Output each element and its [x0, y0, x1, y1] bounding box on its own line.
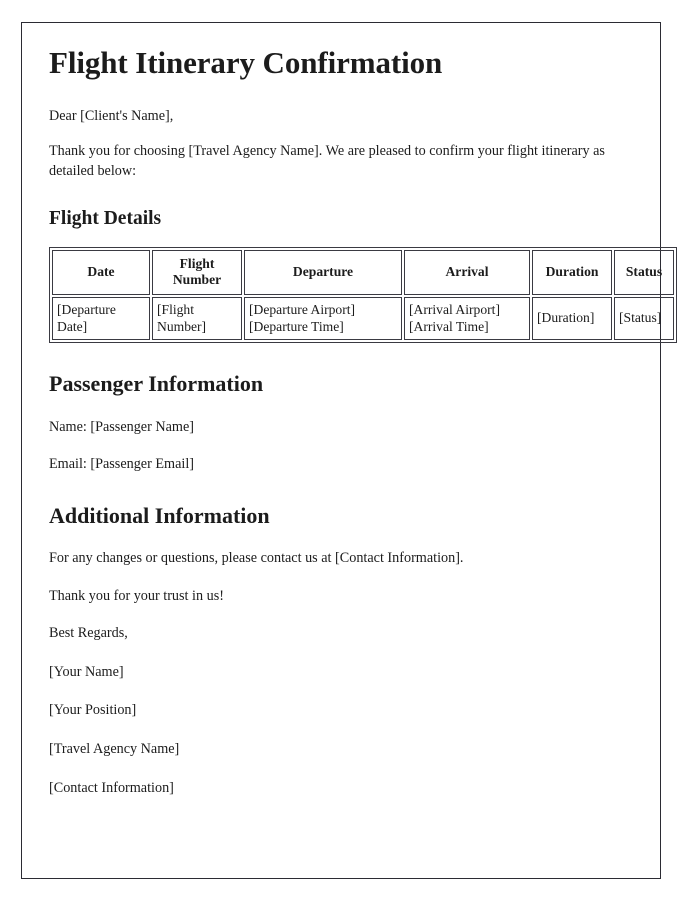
document-page: Flight Itinerary Confirmation Dear [Clie… — [21, 22, 677, 879]
closing-line: Best Regards, — [49, 625, 128, 642]
column-header-duration: Duration — [532, 249, 612, 295]
column-header-arrival: Arrival — [404, 249, 530, 295]
cell-departure-airport: [Departure Airport] — [249, 301, 356, 317]
table-row: [Departure Date] [Flight Number] [Depart… — [52, 296, 674, 341]
signature-contact-information: [Contact Information] — [49, 779, 174, 796]
cell-flight-number: [Flight Number] — [152, 296, 242, 341]
signature-your-name: [Your Name] — [49, 663, 124, 680]
page-title: Flight Itinerary Confirmation — [49, 45, 443, 80]
signature-agency-name: [Travel Agency Name] — [49, 741, 180, 758]
cell-arrival-airport: [Arrival Airport] — [409, 301, 500, 317]
column-header-status: Status — [614, 249, 674, 295]
column-header-departure: Departure — [244, 249, 402, 295]
passenger-information-heading: Passenger Information — [49, 371, 264, 397]
table-header-row: Date Flight Number Departure Arrival Dur… — [52, 249, 674, 295]
additional-information-heading: Additional Information — [49, 502, 270, 528]
cell-duration: [Duration] — [532, 296, 612, 341]
cell-arrival: [Arrival Airport] [Arrival Time] — [404, 296, 530, 341]
signature-your-position: [Your Position] — [49, 702, 137, 719]
cell-departure-time: [Departure Time] — [249, 318, 344, 334]
passenger-email-line: Email: [Passenger Email] — [49, 456, 194, 473]
intro-paragraph: Thank you for choosing [Travel Agency Na… — [49, 143, 605, 179]
contact-line: For any changes or questions, please con… — [49, 550, 464, 567]
thanks-line: Thank you for your trust in us! — [49, 587, 224, 604]
cell-departure: [Departure Airport] [Departure Time] — [244, 296, 402, 341]
cell-status-value: [Status] — [619, 310, 662, 326]
cell-date-value: [Departure Date] — [57, 301, 116, 334]
document-body: Flight Itinerary Confirmation Dear [Clie… — [49, 45, 677, 817]
cell-status: [Status] — [614, 296, 674, 341]
cell-flight-number-value: [Flight Number] — [157, 301, 207, 334]
column-header-flight-number: Flight Number — [152, 249, 242, 295]
salutation: Dear [Client's Name], — [49, 107, 174, 124]
flight-details-heading: Flight Details — [49, 208, 162, 230]
column-header-date: Date — [52, 249, 150, 295]
cell-date: [Departure Date] — [52, 296, 150, 341]
flight-details-table: Date Flight Number Departure Arrival Dur… — [49, 246, 677, 344]
cell-arrival-time: [Arrival Time] — [409, 318, 489, 334]
cell-duration-value: [Duration] — [537, 310, 595, 326]
passenger-name-line: Name: [Passenger Name] — [49, 418, 194, 435]
